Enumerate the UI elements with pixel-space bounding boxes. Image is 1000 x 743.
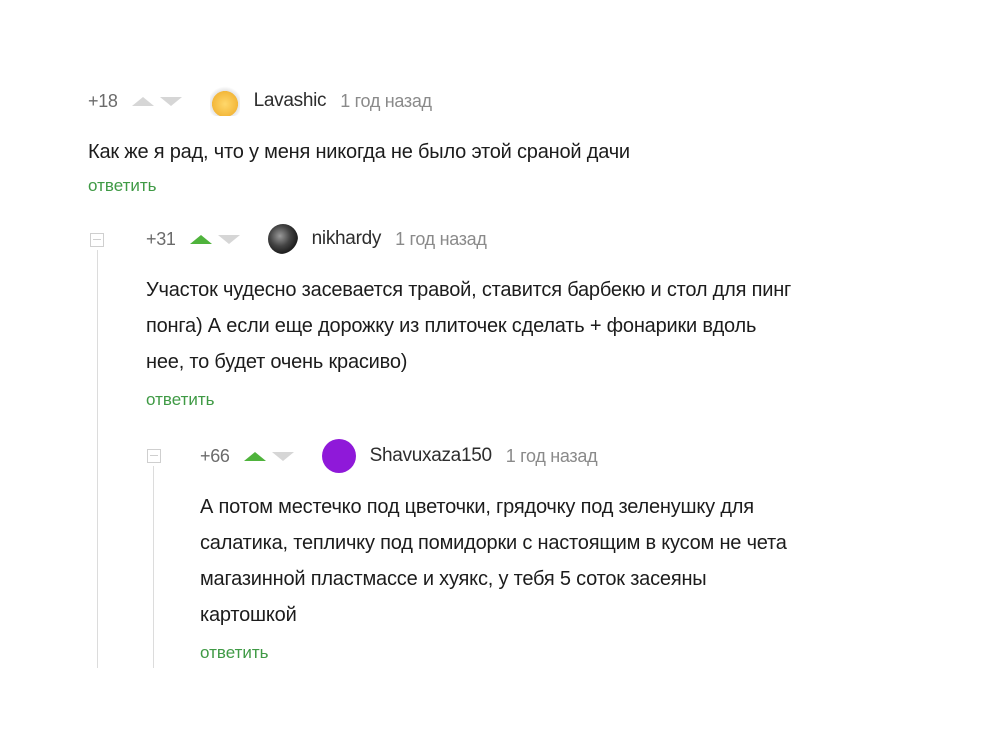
avatar[interactable] — [267, 224, 298, 254]
thread-line — [97, 250, 98, 668]
comment-text-line: картошкой — [200, 604, 297, 626]
collapse-minus-icon[interactable] — [147, 449, 161, 463]
upvote-icon[interactable] — [243, 451, 266, 461]
downvote-icon[interactable] — [271, 451, 294, 461]
comment-meta: +18 Lavashic 1 год назад — [88, 86, 968, 116]
comment-time: 1 год назад — [395, 228, 487, 249]
comment-meta: +66 Shavuxaza150 1 год назад — [200, 439, 980, 473]
downvote-icon[interactable] — [217, 234, 240, 244]
comment-text: Участок чудесно засевается травой, стави… — [146, 272, 976, 380]
comment-author[interactable]: Lavashic — [254, 90, 327, 112]
thread-line — [153, 466, 154, 668]
comment-text-line: понга) А если еще дорожку из плиточек сд… — [146, 315, 757, 337]
comment-time: 1 год назад — [340, 90, 432, 111]
comment-text-line: магазинной пластмассе и хуякс, у тебя 5 … — [200, 568, 707, 590]
upvote-icon[interactable] — [131, 96, 154, 106]
comment-text-line: салатика, тепличку под помидорки с насто… — [200, 532, 787, 554]
upvote-icon[interactable] — [189, 234, 212, 244]
comment-author[interactable]: nikhardy — [312, 228, 382, 250]
collapse-minus-icon[interactable] — [90, 233, 104, 247]
avatar[interactable] — [209, 86, 240, 116]
reply-link[interactable]: ответить — [200, 643, 269, 663]
comment-text-line: нее, то будет очень красиво) — [146, 351, 408, 373]
comment-text: А потом местечко под цветочки, грядочку … — [200, 489, 980, 633]
comment-nikhardy: +31 nikhardy 1 год назад Участок чудесно… — [146, 224, 976, 410]
comment-text-line: Участок чудесно засевается травой, стави… — [146, 279, 792, 301]
reply-link[interactable]: ответить — [146, 390, 215, 410]
comment-rating: +66 — [200, 445, 230, 466]
comment-author[interactable]: Shavuxaza150 — [370, 445, 492, 467]
downvote-icon[interactable] — [159, 96, 182, 106]
comment-shavuxaza150: +66 Shavuxaza150 1 год назад А потом мес… — [200, 439, 980, 663]
comment-rating: +18 — [88, 90, 118, 111]
comment-meta: +31 nikhardy 1 год назад — [146, 224, 976, 254]
avatar[interactable] — [321, 439, 356, 473]
comment-rating: +31 — [146, 228, 176, 249]
reply-link[interactable]: ответить — [88, 176, 157, 196]
comment-time: 1 год назад — [505, 445, 598, 466]
comment-text-line: А потом местечко под цветочки, грядочку … — [200, 496, 754, 518]
comment-text: Как же я рад, что у меня никогда не было… — [88, 141, 630, 163]
comment-lavashic: +18 Lavashic 1 год назад Как же я рад, ч… — [88, 86, 968, 196]
